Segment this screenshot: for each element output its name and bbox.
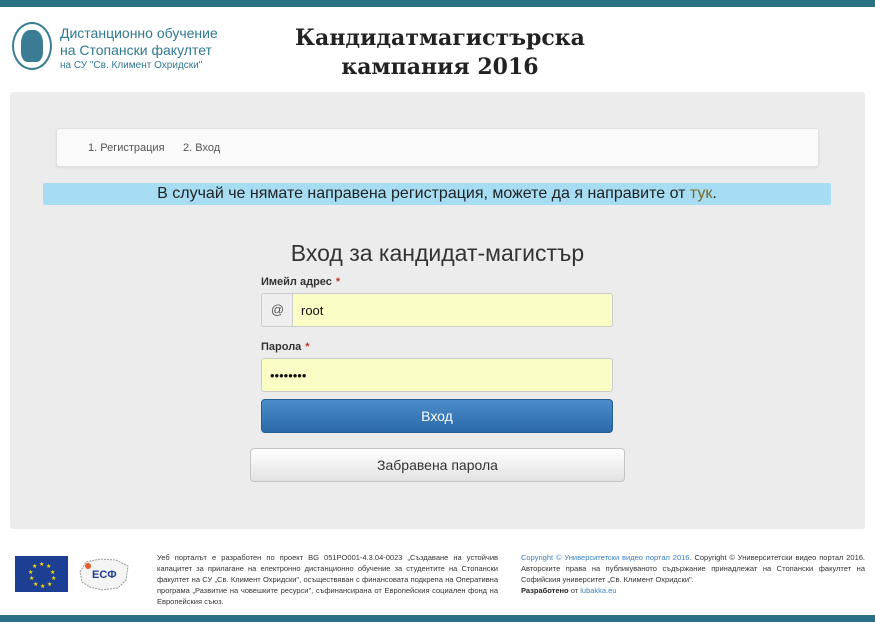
required-marker: * <box>335 276 341 288</box>
login-form-title: Вход за кандидат-магистър <box>290 240 585 266</box>
registration-notice: В случай че нямате направена регистрация… <box>43 183 831 205</box>
university-seal-icon <box>12 22 52 70</box>
eu-flag-icon: ★ ★ ★ ★ ★ ★ ★ ★ ★ ★ <box>15 556 68 592</box>
forgot-password-button[interactable]: Забравена парола <box>250 448 625 482</box>
esf-logo-icon: ЕСФ <box>79 558 129 591</box>
page-title-line2: кампания 2016 <box>341 54 539 80</box>
step-login[interactable]: 2. Вход <box>183 142 220 154</box>
steps-breadcrumb: 1. Регистрация 2. Вход <box>56 128 819 167</box>
page-title: Кандидатмагистърска кампания 2016 <box>270 24 610 82</box>
notice-end: . <box>712 185 717 202</box>
faculty-logo[interactable]: Дистанционно обучение на Стопански факул… <box>12 18 222 78</box>
logo-subtitle: на СУ "Св. Климент Охридски" <box>60 60 203 71</box>
password-label: Парола * <box>261 341 310 353</box>
top-brand-bar <box>0 0 875 7</box>
email-label: Имейл адрес * <box>261 276 341 288</box>
login-button[interactable]: Вход <box>261 399 613 433</box>
notice-text: В случай че нямате направена регистрация… <box>157 185 690 202</box>
logo-title-line2: на Стопански факултет <box>60 42 212 58</box>
page-title-line1: Кандидатмагистърска <box>295 25 585 51</box>
logo-title-line1: Дистанционно обучение <box>60 25 218 41</box>
developed-label: Разработено <box>521 586 569 595</box>
register-here-link[interactable]: тук <box>690 185 713 202</box>
footer-copyright: Copyright © Университетски видео портал … <box>521 553 865 595</box>
copyright-link[interactable]: Copyright © Университетски видео портал … <box>521 553 689 562</box>
esf-logo-text: ЕСФ <box>92 569 117 581</box>
developer-link[interactable]: lubakka.eu <box>580 586 616 595</box>
at-sign-icon: @ <box>261 293 293 327</box>
footer-project-text: Уеб порталът е разработен по проект BG 0… <box>157 553 498 606</box>
email-field[interactable] <box>292 293 613 327</box>
password-field[interactable] <box>261 358 613 392</box>
required-marker: * <box>305 341 310 353</box>
step-registration[interactable]: 1. Регистрация <box>88 142 165 154</box>
bottom-brand-bar <box>0 615 875 622</box>
